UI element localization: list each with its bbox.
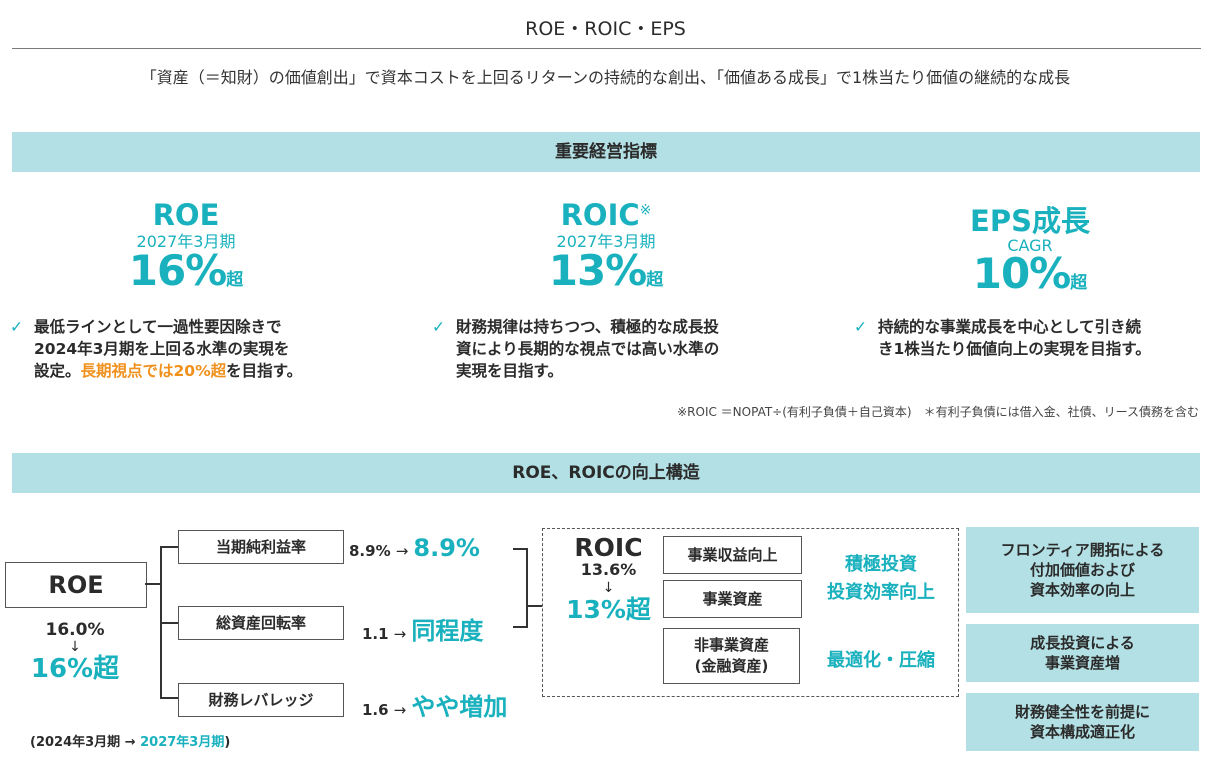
kpi-roe-target: 16%超 xyxy=(86,246,286,295)
kpi-roic-description: ✓ 財務規律は持ちつつ、積極的な成長投 資により長期的な視点では高い水準の 実現… xyxy=(432,316,796,382)
down-arrow-icon: ↓ xyxy=(69,639,81,655)
kpi-roe-desc-text: 設定。 xyxy=(34,362,81,380)
connector xyxy=(513,626,527,628)
right-arrow-icon: → xyxy=(393,701,407,719)
side-box-line: 資本構成適正化 xyxy=(1029,723,1135,741)
kpi-eps-desc-line: 持続的な事業成長を中心として引き続 xyxy=(878,318,1142,336)
non-business-assets-box: 非事業資産 (金融資産) xyxy=(663,628,800,684)
roe-box: ROE xyxy=(5,562,147,608)
action-investment-efficiency: 投資効率向上 xyxy=(827,582,935,603)
business-profit-box: 事業収益向上 xyxy=(663,536,802,574)
kpi-eps-description: ✓ 持続的な事業成長を中心として引き続 き1株当たり価値向上の実現を目指す。 xyxy=(854,316,1208,360)
kpi-roic-suffix: 超 xyxy=(646,270,664,290)
kpi-roic-name-text: ROIC xyxy=(560,198,640,232)
page-subtitle: 「資産（＝知財）の価値創出」で資本コストを上回るリターンの持続的な創出、「価値あ… xyxy=(140,68,1071,87)
period-note-highlight: 2027年3月期 xyxy=(140,735,225,750)
kpi-roe-desc-line: 最低ラインとして一過性要因除きで xyxy=(34,318,282,336)
action-active-investment: 積極投資 xyxy=(845,554,917,575)
kpi-section-header: 重要経営指標 xyxy=(12,132,1200,172)
factor-net-margin-box: 当期純利益率 xyxy=(178,530,344,564)
connector xyxy=(145,583,160,585)
roe-from-value: 16.0% xyxy=(45,620,105,640)
check-icon: ✓ xyxy=(10,318,23,336)
roic-change: ROIC 13.6% ↓ 13%超 xyxy=(556,533,661,624)
factor-target-value: やや増加 xyxy=(411,693,508,721)
kpi-roe-description: ✓ 最低ラインとして一過性要因除きで 2024年3月期を上回る水準の実現を 設定… xyxy=(10,316,374,382)
factor-target-value: 同程度 xyxy=(411,617,484,645)
side-box-line: 事業資産増 xyxy=(1044,654,1120,672)
roic-label: ROIC xyxy=(574,533,643,562)
kpi-eps-value: 10% xyxy=(972,249,1072,298)
kpi-roe-suffix: 超 xyxy=(226,270,244,290)
kpi-roic-target: 13%超 xyxy=(506,246,706,295)
factor-current-value: 1.6 xyxy=(362,701,389,719)
connector xyxy=(160,546,178,548)
period-note: (2024年3月期 → 2027年3月期) xyxy=(30,731,230,750)
kpi-eps-target: 10%超 xyxy=(930,249,1130,298)
side-box-line: フロンティア開拓による xyxy=(1000,541,1165,559)
factor-current-value: 8.9% xyxy=(349,542,391,560)
kpi-roe: ROE 2027年3月期 16%超 xyxy=(86,198,286,295)
factor-asset-turnover-box: 総資産回転率 xyxy=(178,606,344,640)
kpi-eps-name: EPS成長 xyxy=(970,204,1090,238)
roe-to-value: 16%超 xyxy=(30,654,120,684)
roe-change: 16.0% ↓ 16%超 xyxy=(10,620,140,684)
side-box-growth-investment: 成長投資による 事業資産増 xyxy=(966,624,1199,682)
roic-actions-invest: 積極投資 投資効率向上 xyxy=(806,551,956,607)
kpi-roe-desc-text: を目指す。 xyxy=(226,362,303,380)
business-assets-box: 事業資産 xyxy=(663,580,802,618)
title-divider xyxy=(12,48,1201,49)
down-arrow-icon: ↓ xyxy=(602,580,615,596)
right-arrow-icon: → xyxy=(395,542,409,560)
connector xyxy=(513,548,527,550)
connector xyxy=(526,548,528,628)
roic-footnote: ※ROIC ＝NOPAT÷(有利子負債＋自己資本) ＊有利子負債には借入金、社債… xyxy=(677,405,1199,419)
connector xyxy=(526,605,542,607)
roic-from-value: 13.6% xyxy=(580,560,637,579)
kpi-roe-desc-highlight: 長期視点では20%超 xyxy=(80,362,227,380)
side-box-frontier: フロンティア開拓による 付加価値および 資本効率の向上 xyxy=(966,527,1199,613)
kpi-roic: ROIC※ 2027年3月期 13%超 xyxy=(506,198,706,295)
kpi-roic-value: 13% xyxy=(548,246,648,295)
check-icon: ✓ xyxy=(854,318,867,336)
financial-assets-label: (金融資産) xyxy=(694,657,769,675)
kpi-roic-name: ROIC※ xyxy=(506,198,706,232)
factor-net-margin-values: 8.9% → 8.9% xyxy=(349,534,480,562)
kpi-roic-desc-line: 財務規律は持ちつつ、積極的な成長投 xyxy=(456,318,719,336)
kpi-eps-desc-line: き1株当たり価値向上の実現を目指す。 xyxy=(878,340,1151,358)
factor-leverage-box: 財務レバレッジ xyxy=(178,683,344,717)
kpi-roic-desc-line: 資により長期的な視点では高い水準の xyxy=(456,340,720,358)
period-note-text: (2024年3月期 → xyxy=(30,735,141,750)
page-title: ROE・ROIC・EPS xyxy=(525,18,686,40)
connector xyxy=(160,622,178,624)
kpi-roe-name: ROE xyxy=(152,198,220,232)
structure-section-header: ROE、ROICの向上構造 xyxy=(12,453,1200,493)
right-arrow-icon: → xyxy=(393,625,407,643)
factor-current-value: 1.1 xyxy=(362,625,389,643)
factor-target-value: 8.9% xyxy=(413,534,480,562)
kpi-roe-desc-line: 2024年3月期を上回る水準の実現を xyxy=(34,340,290,358)
side-box-line: 資本効率の向上 xyxy=(1029,581,1135,599)
kpi-roic-desc-line: 実現を目指す。 xyxy=(456,362,563,380)
kpi-roe-value: 16% xyxy=(128,246,228,295)
period-note-text: ) xyxy=(224,735,231,750)
action-optimize-compress: 最適化・圧縮 xyxy=(827,650,935,671)
non-business-assets-label: 非事業資産 xyxy=(693,636,769,654)
side-box-line: 付加価値および xyxy=(1029,561,1135,579)
kpi-eps: EPS成長 CAGR 10%超 xyxy=(930,198,1130,298)
side-box-capital-structure: 財務健全性を前提に 資本構成適正化 xyxy=(966,693,1199,751)
factor-leverage-values: 1.6 → やや増加 xyxy=(362,687,507,722)
kpi-roic-footnote-mark: ※ xyxy=(639,202,652,219)
roic-to-value: 13%超 xyxy=(566,595,651,624)
kpi-roe-desc-line: 設定。長期視点では20%超を目指す。 xyxy=(34,360,374,382)
check-icon: ✓ xyxy=(432,318,445,336)
connector xyxy=(160,697,178,699)
side-box-line: 成長投資による xyxy=(1030,634,1135,652)
factor-asset-turnover-values: 1.1 → 同程度 xyxy=(362,611,483,646)
side-box-line: 財務健全性を前提に xyxy=(1014,703,1150,721)
kpi-eps-suffix: 超 xyxy=(1070,273,1088,293)
